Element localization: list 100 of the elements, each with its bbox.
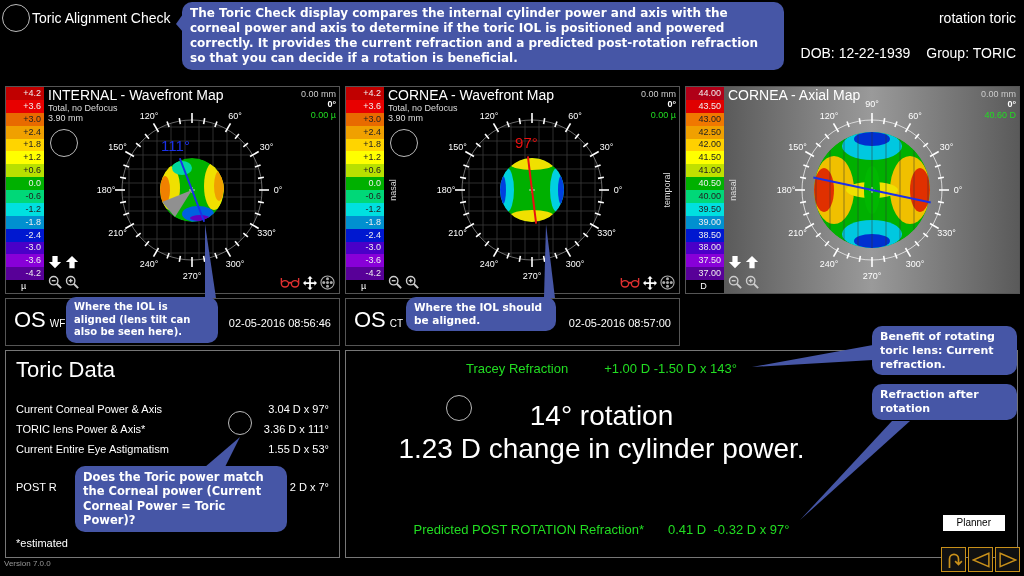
data-label: POST R: [16, 480, 57, 496]
degree-label: 150°: [788, 142, 807, 152]
degree-label: 60°: [568, 110, 582, 121]
scale-value: 0.0: [346, 177, 384, 190]
arrow-down-icon[interactable]: [48, 255, 62, 269]
degree-label: 210°: [448, 228, 467, 238]
rotation-text: 14° rotation: [529, 398, 674, 433]
degree-label: 240°: [819, 259, 839, 270]
map-diameter: 3.90 mm: [388, 114, 423, 123]
scale-value: -0.6: [346, 190, 384, 203]
degree-label: 60°: [228, 110, 242, 121]
degree-label: 210°: [108, 228, 127, 238]
scale-value: 0.0: [6, 177, 44, 190]
back-button[interactable]: [968, 547, 993, 572]
callout-pointer: [176, 14, 183, 32]
exam-type: CT: [389, 317, 404, 331]
map-title: CORNEA - Wavefront Map: [388, 88, 554, 104]
data-label: Current Entire Eye Astigmatism: [16, 442, 169, 458]
axis-label: 97°: [515, 134, 538, 152]
eye-label: OS: [14, 309, 46, 331]
degree-label: 330°: [597, 228, 616, 238]
glasses-icon[interactable]: [280, 276, 300, 289]
zoom-out-icon[interactable]: [48, 275, 62, 289]
return-button[interactable]: [941, 547, 966, 572]
scale-value: -3.6: [6, 254, 44, 268]
callout: Where the IOL is aligned (lens tilt can also be seen here).: [66, 297, 218, 343]
degree-label: 330°: [257, 228, 276, 238]
map-readout: 0°: [1007, 99, 1016, 110]
data-value: 2 D x 7°: [289, 480, 329, 496]
scale-value: 37.00: [686, 267, 724, 281]
map-title: CORNEA - Axial Map: [728, 88, 861, 104]
scale-value: +0.6: [6, 164, 44, 178]
scale-value: +1.2: [6, 151, 44, 165]
arrow-up-icon[interactable]: [65, 255, 79, 269]
map-subtitle: Total, no Defocus: [388, 104, 458, 113]
degree-label: 240°: [139, 259, 159, 270]
degree-label: 330°: [937, 228, 956, 238]
degree-label: 150°: [108, 142, 127, 152]
panel-title: Toric Data: [16, 357, 117, 384]
exam-datetime: 02-05-2016 08:56:46: [228, 316, 331, 331]
scale-value: +4.2: [346, 87, 384, 100]
degree-label: 300°: [905, 259, 925, 270]
map-title: INTERNAL - Wavefront Map: [48, 88, 224, 104]
scale-value: -3.6: [346, 254, 384, 268]
degree-label: 300°: [565, 259, 585, 270]
zoom-in-icon[interactable]: [405, 275, 419, 289]
map-readout: 0.00 mm: [301, 89, 336, 100]
side-label: nasal: [388, 179, 398, 201]
callout: Benefit of rotating toric lens: Current refraction.: [872, 326, 1017, 376]
wavefront-map-drawing: [160, 158, 224, 222]
data-value: 1.55 D x 53°: [268, 442, 329, 458]
side-label: temporal: [662, 172, 672, 208]
footnote: *estimated: [16, 535, 69, 551]
exam-datetime: 02-05-2016 08:57:00: [568, 316, 671, 331]
degree-label: 210°: [788, 228, 807, 238]
zoom-in-icon[interactable]: [65, 275, 79, 289]
zoom-out-icon[interactable]: [388, 275, 402, 289]
degree-label: 180°: [436, 185, 456, 195]
map-subtitle: Total, no Defocus: [48, 104, 118, 113]
degree-label: 0°: [613, 185, 623, 195]
data-value: 3.36 D x 111°: [263, 422, 329, 438]
scale-value: 40.50: [686, 177, 724, 190]
wavefront-map-drawing: [500, 158, 564, 222]
map-readout: 0.00 mm: [981, 89, 1016, 100]
version-text: Version 7.0.0: [3, 560, 52, 568]
scale-value: +0.6: [346, 164, 384, 178]
data-label: TORIC lens Power & Axis*: [16, 422, 146, 438]
map-readout: 0.00 mm: [641, 89, 676, 100]
glasses-icon[interactable]: [620, 276, 640, 289]
scale-value: -4.2: [346, 267, 384, 281]
move-icon[interactable]: [643, 275, 657, 290]
scale-value: 37.50: [686, 254, 724, 268]
degree-label: 60°: [908, 110, 922, 121]
scale-value: 41.00: [686, 164, 724, 178]
forward-button[interactable]: [995, 547, 1020, 572]
scale-value: -4.2: [6, 267, 44, 281]
target-icon[interactable]: [320, 275, 335, 290]
refraction-value: +1.00 D -1.50 D x 143°: [604, 360, 737, 378]
arrow-up-icon[interactable]: [745, 255, 759, 269]
data-value: 3.04 D x 97°: [268, 402, 329, 418]
cylinder-change-text: 1.23 D change in cylinder power.: [398, 432, 805, 466]
right-triangle-icon: [998, 550, 1017, 569]
degree-label: 120°: [819, 110, 839, 121]
refraction-label: Tracey Refraction: [466, 360, 569, 378]
degree-label: 90°: [865, 99, 879, 109]
callout-pointer: [205, 437, 240, 467]
app-title: Toric Alignment Check: [32, 9, 171, 26]
map-readout: 0°: [327, 99, 336, 110]
target-icon[interactable]: [660, 275, 675, 290]
degree-label: 180°: [776, 185, 796, 195]
scale-value: 44.00: [686, 87, 724, 100]
axis-label: 111°: [161, 137, 190, 154]
map-readout: 0.00 µ: [310, 109, 336, 121]
move-icon[interactable]: [303, 275, 317, 290]
data-label: Current Corneal Power & Axis: [16, 402, 163, 418]
exam-type: WF: [49, 317, 66, 331]
birth-date: DOB: 12-22-1939: [800, 44, 911, 63]
arrow-down-icon[interactable]: [728, 255, 742, 269]
planner-button[interactable]: Planner: [942, 515, 1005, 531]
callout: Refraction after rotation: [872, 384, 1017, 420]
